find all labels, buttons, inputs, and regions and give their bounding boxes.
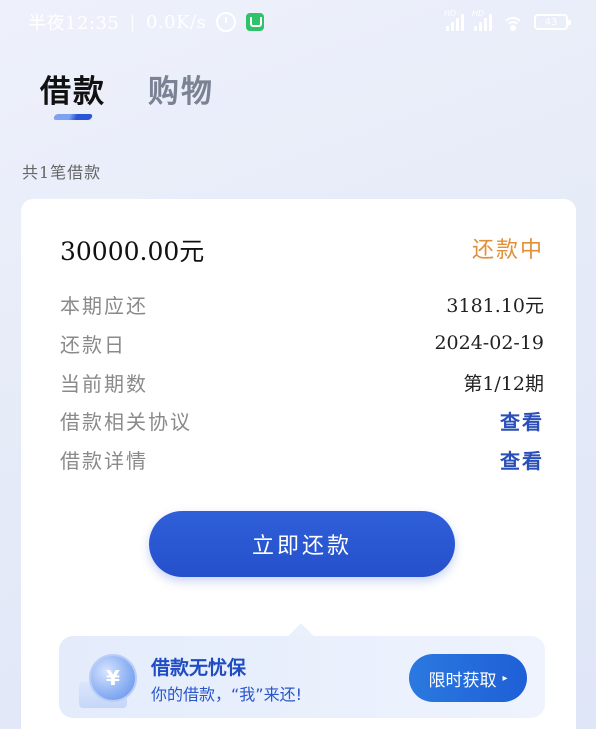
row-installment: 当前期数 第1/12期 (60, 368, 544, 396)
agreements-label: 借款相关协议 (60, 409, 192, 434)
status-left: 半夜12:35 | 0.0K/s (28, 9, 265, 35)
get-now-button[interactable]: 限时获取 ▸ (409, 654, 527, 702)
wifi-icon (502, 13, 524, 31)
status-separator: | (129, 11, 136, 33)
installment-label: 当前期数 (60, 371, 148, 396)
promo-subtitle: 你的借款，“我”来还! (151, 685, 302, 704)
repay-now-button[interactable]: 立即还款 (149, 511, 455, 577)
app-notification-icon (246, 13, 265, 31)
insurance-promo-banner[interactable]: ¥ 借款无忧保 你的借款，“我”来还! 限时获取 ▸ (59, 636, 545, 718)
tab-active-indicator (52, 114, 94, 120)
battery-icon: 43 (534, 14, 571, 30)
play-arrow-icon: ▸ (502, 672, 508, 684)
signal-icon-1: HD (444, 9, 464, 31)
status-time: 半夜12:35 (28, 13, 120, 34)
tab-loan[interactable]: 借款 (40, 66, 106, 111)
loan-details-label: 借款详情 (60, 448, 148, 473)
row-due-date: 还款日 2024-02-19 (60, 329, 544, 357)
due-date-value: 2024-02-19 (434, 332, 544, 354)
network-speed: 0.0K/s (145, 11, 207, 33)
loan-count: 共1笔借款 (22, 163, 102, 182)
signal-hd-label: HD (444, 9, 457, 18)
alarm-icon (216, 12, 237, 32)
view-agreements-link[interactable]: 查看 (500, 406, 544, 435)
signal-icon-2: HD (472, 9, 492, 31)
view-loan-details-link[interactable]: 查看 (500, 445, 544, 474)
loan-amount: 30000.00元 (60, 237, 205, 266)
loan-status-badge: 还款中 (471, 238, 544, 263)
current-due-label: 本期应还 (60, 293, 148, 318)
row-loan-details: 借款详情 查看 (60, 445, 544, 473)
battery-level: 43 (544, 16, 558, 28)
yuan-coin-icon: ¥ (89, 654, 137, 702)
loan-card: 30000.00元 还款中 本期应还 3181.10元 还款日 2024-02-… (21, 199, 576, 729)
promo-title: 借款无忧保 (151, 657, 247, 679)
get-now-label: 限时获取 (428, 670, 497, 691)
top-tabs: 借款 购物 (40, 66, 214, 111)
current-due-value: 3181.10元 (446, 294, 544, 317)
status-right: HD HD 43 (444, 9, 571, 31)
installment-value: 第1/12期 (463, 372, 544, 395)
row-agreements: 借款相关协议 查看 (60, 406, 544, 434)
tab-shopping[interactable]: 购物 (148, 66, 214, 111)
due-date-label: 还款日 (60, 332, 126, 357)
coin-gift-icon: ¥ (79, 650, 139, 710)
status-bar: 半夜12:35 | 0.0K/s HD HD 43 (0, 0, 596, 44)
signal-hd-label-2: HD (472, 9, 485, 18)
row-current-due: 本期应还 3181.10元 (60, 290, 544, 318)
